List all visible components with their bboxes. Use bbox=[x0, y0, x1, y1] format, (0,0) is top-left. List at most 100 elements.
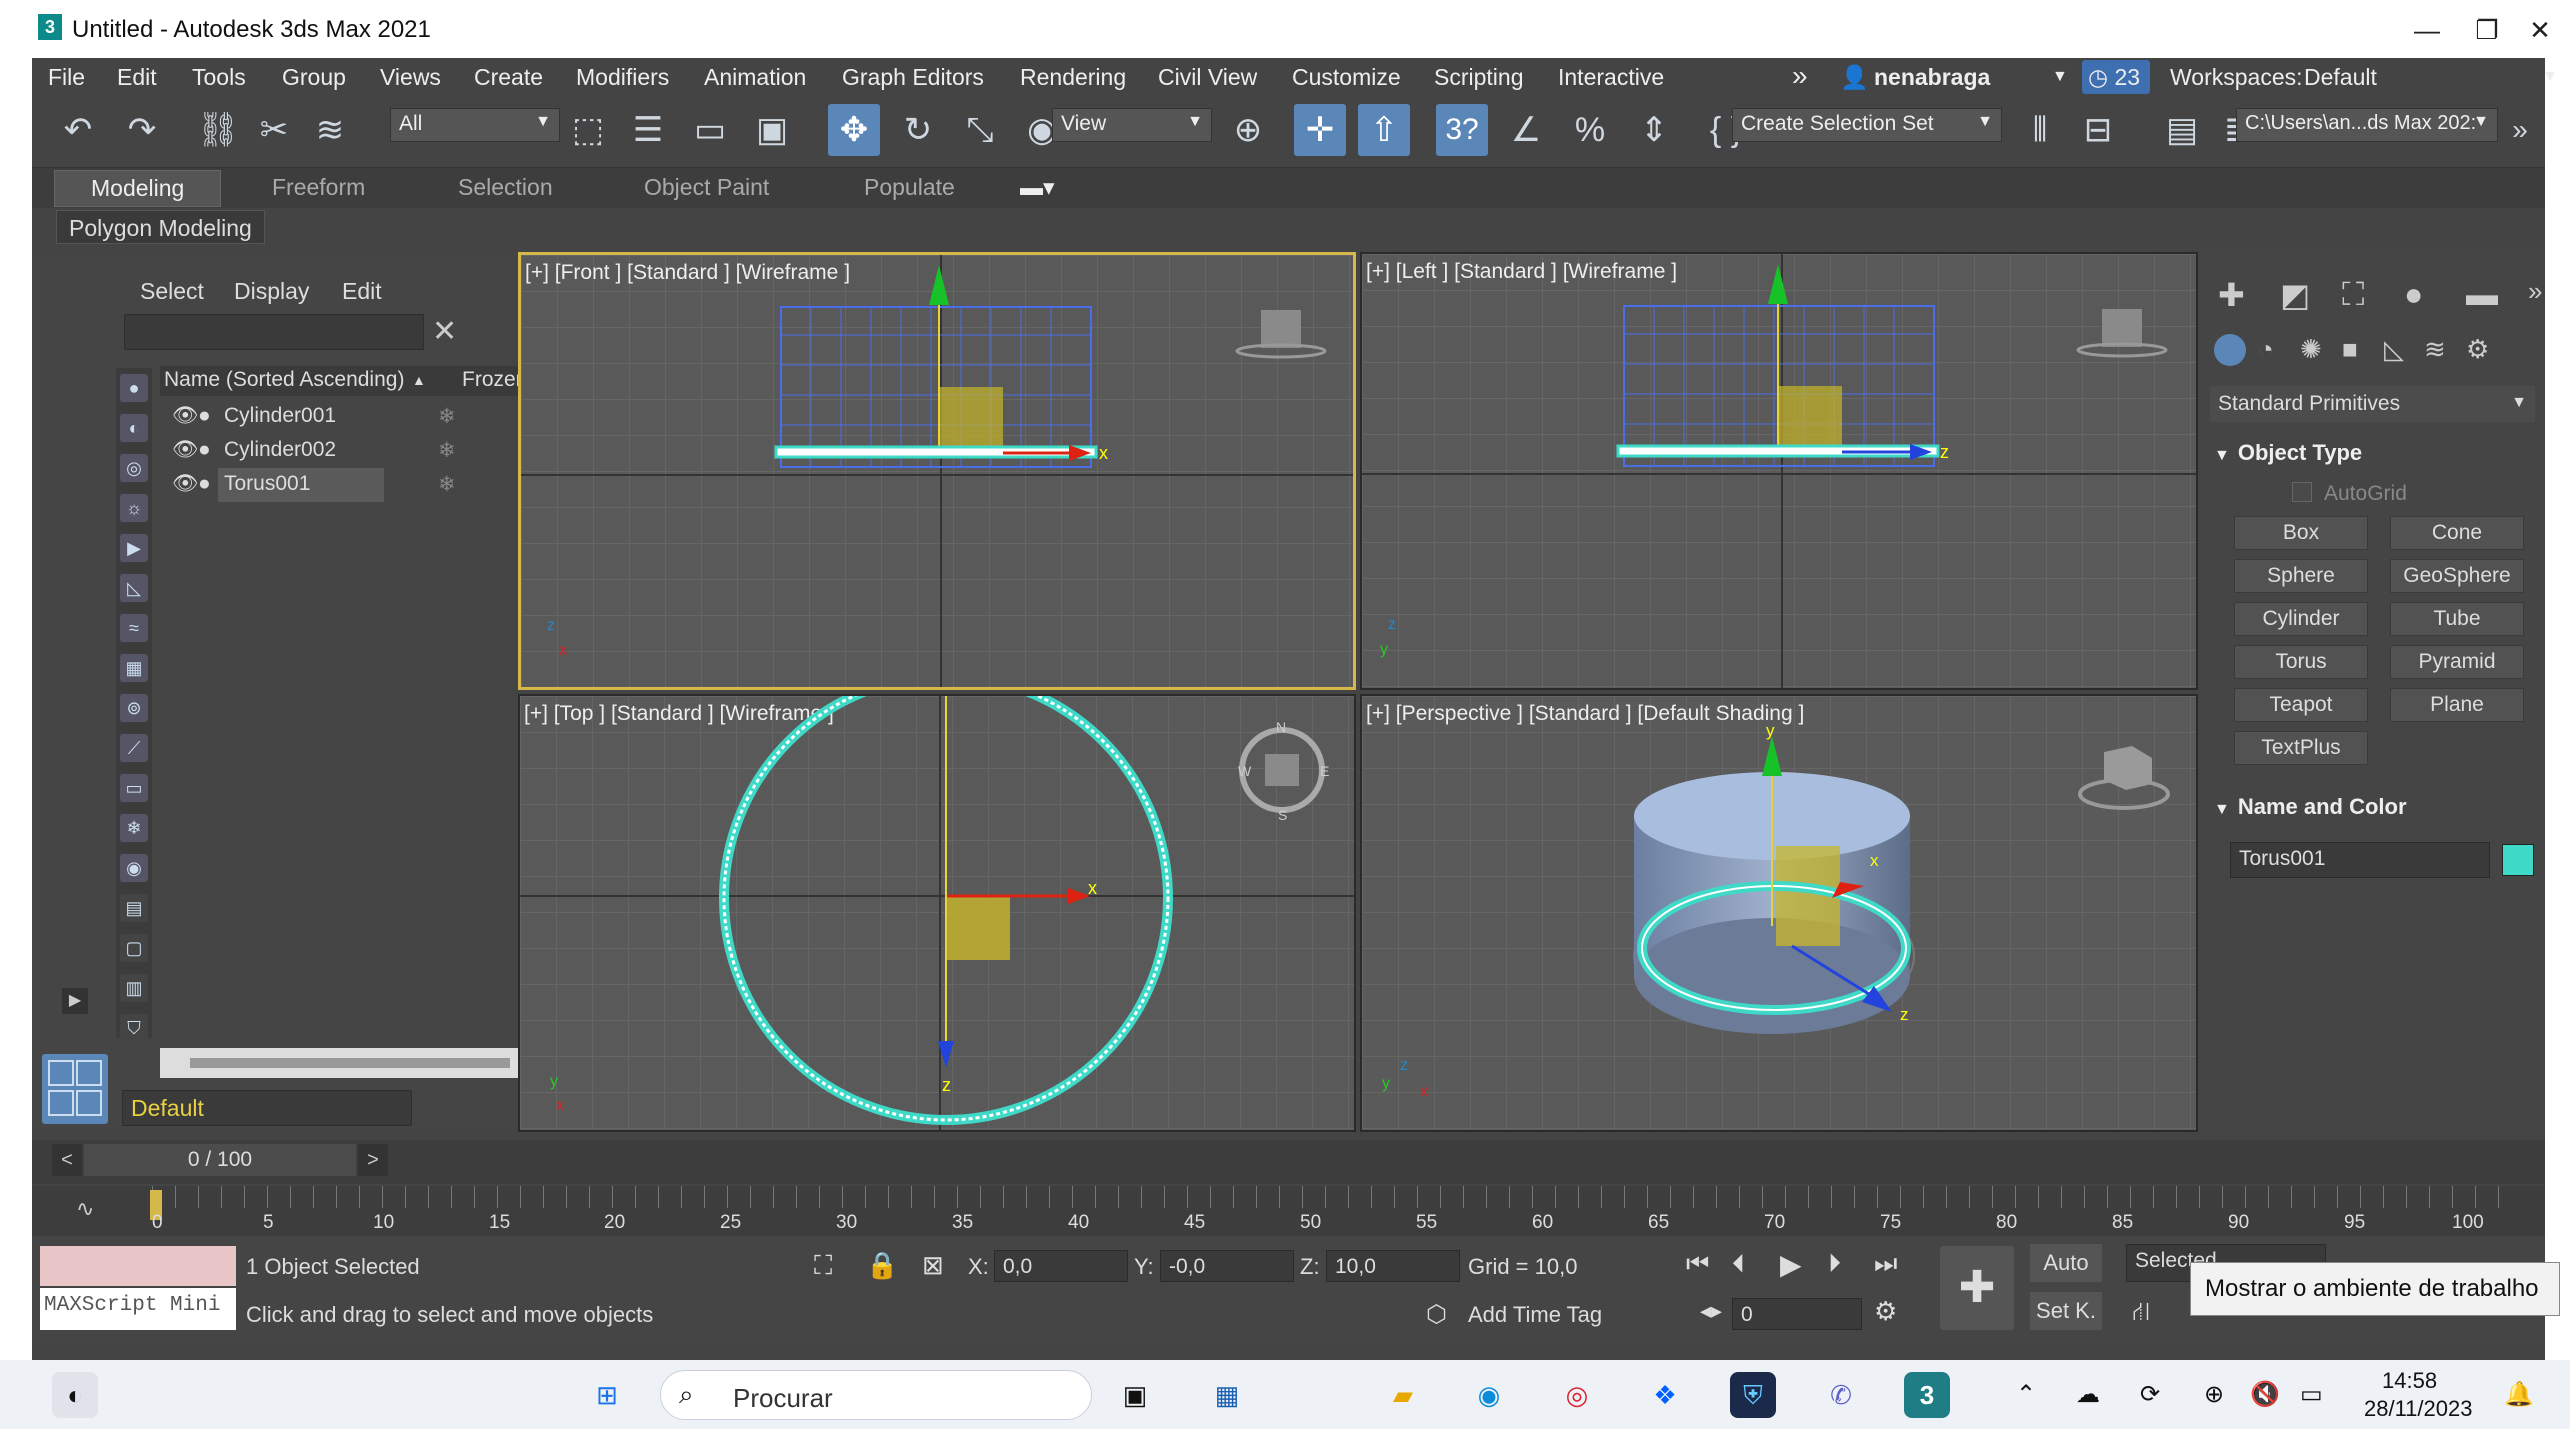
se-tab-display[interactable]: Display bbox=[234, 278, 309, 305]
torus-button[interactable]: Torus bbox=[2234, 645, 2368, 679]
hidden-filter-icon[interactable]: ◉ bbox=[120, 854, 148, 882]
tab-selection[interactable]: Selection bbox=[458, 174, 553, 201]
select-by-name-icon[interactable]: ☰ bbox=[622, 104, 674, 156]
menu-animation[interactable]: Animation bbox=[704, 64, 806, 91]
viewport-perspective[interactable]: [+] [Perspective ] [Standard ] [Default … bbox=[1360, 694, 2198, 1132]
named-selection-dropdown[interactable]: Create Selection Set ▼ bbox=[1732, 108, 2002, 142]
widgets-icon[interactable]: ◐ bbox=[52, 1372, 98, 1418]
select-scale-icon[interactable]: ⤡ bbox=[954, 104, 1006, 156]
close-button[interactable]: ✕ bbox=[2510, 8, 2570, 52]
selection-filter-dropdown[interactable]: All ▼ bbox=[390, 108, 560, 142]
teams-icon[interactable]: ✆ bbox=[1818, 1372, 1864, 1418]
keyboard-shortcut-override-icon[interactable]: ⇧ bbox=[1358, 104, 1410, 156]
tab-modeling[interactable]: Modeling bbox=[54, 170, 222, 207]
next-frame-button[interactable]: > bbox=[358, 1144, 388, 1176]
user-dropdown-icon[interactable]: ▼ bbox=[2052, 68, 2068, 86]
systems-category-icon[interactable]: ⚙ bbox=[2466, 334, 2489, 365]
file-explorer-icon[interactable]: ▰ bbox=[1380, 1372, 1426, 1418]
track-bar[interactable]: ∿ 0 5 10 15 20 25 30 35 40 45 50 55 60 6… bbox=[32, 1186, 2545, 1236]
prev-key-icon[interactable]: ⏴ bbox=[1732, 1248, 1745, 1280]
task-view-icon[interactable]: ▣ bbox=[1112, 1372, 1158, 1418]
lock-icon[interactable]: 🔒 bbox=[866, 1250, 898, 1281]
geosphere-button[interactable]: GeoSphere bbox=[2390, 559, 2524, 593]
minimize-button[interactable]: — bbox=[2397, 8, 2457, 52]
se-search-input[interactable] bbox=[124, 314, 424, 350]
layer-dropdown[interactable]: Default bbox=[122, 1090, 412, 1126]
shape-filter-icon[interactable]: ◎ bbox=[120, 454, 148, 482]
bone-filter-icon[interactable]: ⟋ bbox=[120, 734, 148, 762]
maxscript-mini-input[interactable]: MAXScript Mini bbox=[40, 1288, 236, 1330]
helpers-category-icon[interactable]: ◺ bbox=[2384, 334, 2404, 365]
user-name[interactable]: nenabraga bbox=[1874, 64, 1990, 91]
current-frame-input[interactable]: 0 bbox=[1732, 1298, 1862, 1330]
menu-views[interactable]: Views bbox=[380, 64, 441, 91]
maxscript-listener-output[interactable] bbox=[40, 1246, 236, 1286]
light-filter-icon[interactable]: ☼ bbox=[120, 494, 148, 522]
3dsmax-taskbar-icon[interactable]: 3 bbox=[1904, 1372, 1950, 1418]
spinner-snap-icon[interactable]: ⇕ bbox=[1628, 104, 1680, 156]
dropbox-icon[interactable]: ❖ bbox=[1642, 1372, 1688, 1418]
prev-frame-button[interactable]: < bbox=[52, 1144, 82, 1176]
viewport-left[interactable]: [+] [Left ] [Standard ] [Wireframe ] z z… bbox=[1360, 252, 2198, 690]
link-icon[interactable]: ⛓ bbox=[192, 104, 244, 156]
plane-button[interactable]: Plane bbox=[2390, 688, 2524, 722]
create-tab-icon[interactable]: ✚ bbox=[2218, 276, 2245, 314]
se-row-cylinder002[interactable]: 👁 ● Cylinder002 ❄ bbox=[160, 434, 540, 468]
xref-filter-icon[interactable]: ⊚ bbox=[120, 694, 148, 722]
chrome-icon[interactable]: ◎ bbox=[1554, 1372, 1600, 1418]
sphere-button[interactable]: Sphere bbox=[2234, 559, 2368, 593]
autogrid-checkbox[interactable] bbox=[2292, 482, 2312, 502]
project-folder-dropdown[interactable]: C:\Users\an...ds Max 202: ▼ bbox=[2236, 108, 2498, 142]
viewport-top[interactable]: [+] [Top ] [Standard ] [Wireframe ] x z … bbox=[518, 694, 1356, 1132]
se-row-torus001[interactable]: 👁 ● Torus001 ❄ bbox=[160, 468, 540, 502]
frame-slider[interactable]: 0 / 100 bbox=[84, 1144, 356, 1176]
tab-populate[interactable]: Populate bbox=[864, 174, 955, 201]
selected-icon[interactable]: ▥ bbox=[120, 974, 148, 1002]
toolbar-overflow-icon[interactable]: » bbox=[2494, 104, 2546, 156]
display-tab-icon[interactable]: ▬ bbox=[2466, 276, 2498, 313]
undo-icon[interactable]: ↶ bbox=[52, 104, 104, 156]
menu-overflow-icon[interactable]: » bbox=[1792, 60, 1808, 92]
menu-graph-editors[interactable]: Graph Editors bbox=[842, 64, 984, 91]
select-rotate-icon[interactable]: ↻ bbox=[892, 104, 944, 156]
sync-icon[interactable]: ⟳ bbox=[2140, 1380, 2160, 1409]
eye-icon[interactable]: 👁 bbox=[172, 472, 199, 496]
se-row-cylinder001[interactable]: 👁 ● Cylinder001 ❄ bbox=[160, 400, 540, 434]
auto-key-button[interactable]: Auto bbox=[2030, 1244, 2102, 1282]
eye-icon[interactable]: 👁 bbox=[172, 404, 199, 428]
tray-overflow-icon[interactable]: ⌃ bbox=[2016, 1380, 2036, 1409]
modify-tab-icon[interactable]: ◩ bbox=[2280, 276, 2310, 314]
group-filter-icon[interactable]: ▦ bbox=[120, 654, 148, 682]
camera-filter-icon[interactable]: ▶ bbox=[120, 534, 148, 562]
ribbon-options-icon[interactable]: ▬▾ bbox=[1020, 174, 1055, 201]
percent-snap-icon[interactable]: % bbox=[1564, 104, 1616, 156]
motion-tab-icon[interactable]: ● bbox=[2404, 276, 2423, 313]
angle-snap-icon[interactable]: ∠ bbox=[1500, 104, 1552, 156]
time-tag-icon[interactable]: ⬡ bbox=[1426, 1300, 1447, 1329]
onedrive-icon[interactable]: ☁ bbox=[2076, 1380, 2100, 1409]
helper-filter-icon[interactable]: ◺ bbox=[120, 574, 148, 602]
geometry-filter-icon[interactable]: ◐ bbox=[120, 414, 148, 442]
textplus-button[interactable]: TextPlus bbox=[2234, 731, 2368, 765]
y-coordinate-input[interactable]: -0,0 bbox=[1160, 1250, 1294, 1282]
box-button[interactable]: Box bbox=[2234, 516, 2368, 550]
tab-object-paint[interactable]: Object Paint bbox=[644, 174, 769, 201]
close-icon[interactable]: ✕ bbox=[432, 314, 457, 349]
menu-file[interactable]: File bbox=[48, 64, 85, 91]
scene-explorer-toggle-icon[interactable]: ▤ bbox=[2156, 104, 2208, 156]
taskbar-search[interactable]: ⌕ Procurar bbox=[660, 1370, 1092, 1420]
language-icon[interactable]: ⊕ bbox=[2204, 1380, 2224, 1409]
object-name-input[interactable]: Torus001 bbox=[2230, 842, 2490, 878]
se-horizontal-scrollbar[interactable] bbox=[160, 1048, 540, 1078]
tube-button[interactable]: Tube bbox=[2390, 602, 2524, 636]
notifications-icon[interactable]: 🔔 bbox=[2504, 1380, 2534, 1409]
redo-icon[interactable]: ↷ bbox=[116, 104, 168, 156]
menu-scripting[interactable]: Scripting bbox=[1434, 64, 1523, 91]
shapes-category-icon[interactable]: ◔ bbox=[2258, 334, 2274, 365]
menu-group[interactable]: Group bbox=[282, 64, 346, 91]
key-filters-icon[interactable]: ⛙ bbox=[2132, 1296, 2150, 1331]
cylinder-button[interactable]: Cylinder bbox=[2234, 602, 2368, 636]
menu-rendering[interactable]: Rendering bbox=[1020, 64, 1126, 91]
menu-modifiers[interactable]: Modifiers bbox=[576, 64, 669, 91]
freeze-icon[interactable]: ❄ bbox=[438, 404, 456, 429]
